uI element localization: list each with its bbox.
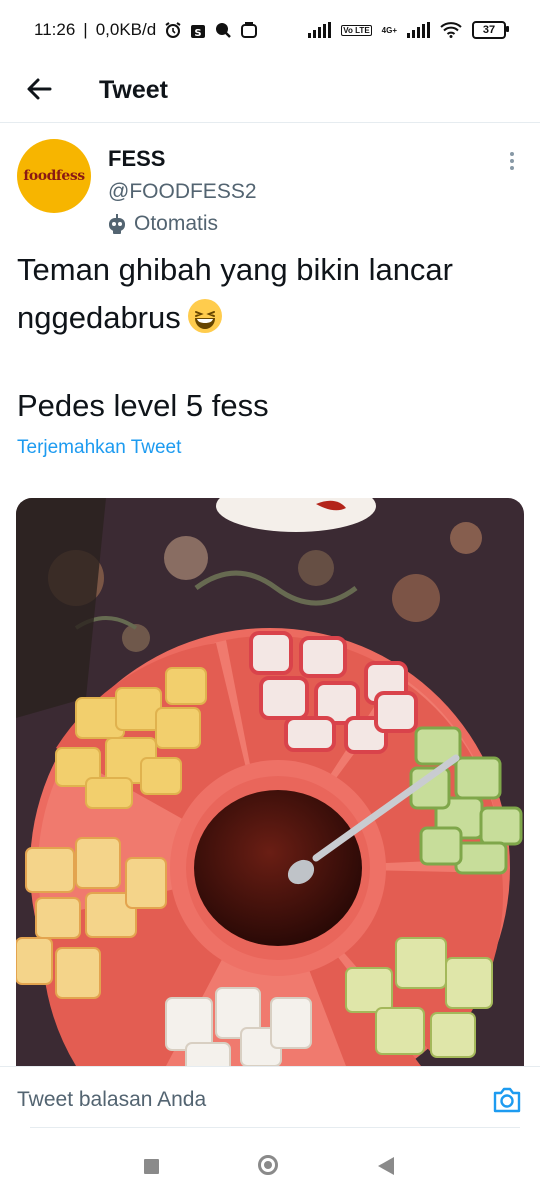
battery-icon: 37 bbox=[472, 21, 509, 39]
tweet-text-line1: Teman ghibah yang bikin lancar bbox=[17, 252, 453, 287]
tweet-text-line2-text: nggedabrus bbox=[17, 300, 181, 335]
reply-input[interactable]: Tweet balasan Anda bbox=[17, 1088, 206, 1112]
divider bbox=[30, 1127, 520, 1128]
page-title: Tweet bbox=[99, 76, 168, 104]
battery-level: 37 bbox=[482, 24, 496, 36]
shopping-bag-icon: S bbox=[191, 25, 206, 39]
back-arrow-icon[interactable] bbox=[22, 72, 56, 106]
grinning-squinting-face-emoji-icon bbox=[187, 299, 222, 333]
alarm-icon bbox=[165, 22, 181, 38]
tweet-text: Teman ghibah yang bikin lancar nggedabru… bbox=[17, 246, 527, 342]
automated-text: Otomatis bbox=[134, 212, 219, 235]
app-notification-icon bbox=[241, 22, 258, 38]
automated-account-label: Otomatis bbox=[106, 212, 218, 236]
signal-icon-2 bbox=[407, 22, 430, 38]
avatar[interactable]: foodfess bbox=[17, 139, 91, 213]
camera-icon[interactable] bbox=[492, 1086, 522, 1114]
reply-bar: Tweet balasan Anda bbox=[0, 1066, 540, 1129]
recent-apps-button[interactable] bbox=[144, 1159, 159, 1174]
network-speed: 0,0KB/d bbox=[95, 20, 157, 39]
robot-icon bbox=[109, 214, 125, 234]
signal-icon bbox=[308, 22, 332, 38]
svg-text:S: S bbox=[195, 28, 202, 39]
tweet-photo[interactable] bbox=[16, 498, 524, 1066]
search-notification-icon bbox=[216, 23, 232, 38]
system-back-button[interactable] bbox=[378, 1157, 394, 1175]
author-name[interactable]: FESS bbox=[108, 146, 165, 172]
translate-tweet-link[interactable]: Terjemahkan Tweet bbox=[17, 437, 181, 459]
system-navigation-bar bbox=[0, 1130, 540, 1200]
wifi-icon bbox=[440, 22, 462, 38]
photo-rujak-fruit-platter bbox=[16, 498, 524, 1066]
volte-badge: Vo LTE bbox=[341, 24, 372, 36]
home-button[interactable] bbox=[258, 1155, 278, 1175]
status-bar: 11:26 | 0,0KB/d S Vo LTE 4G+ 37 bbox=[0, 0, 540, 60]
author-handle[interactable]: @FOODFESS2 bbox=[108, 180, 257, 204]
tweet-text-para2: Pedes level 5 fess bbox=[17, 388, 269, 423]
more-options-icon[interactable] bbox=[503, 150, 521, 172]
avatar-logo-text: foodfess bbox=[23, 168, 85, 184]
top-app-bar: Tweet bbox=[0, 60, 540, 123]
separator: | bbox=[83, 20, 88, 39]
network-type: 4G+ bbox=[381, 25, 397, 35]
status-time: 11:26 bbox=[34, 20, 76, 39]
tweet-text-line2: nggedabrus bbox=[17, 294, 527, 342]
